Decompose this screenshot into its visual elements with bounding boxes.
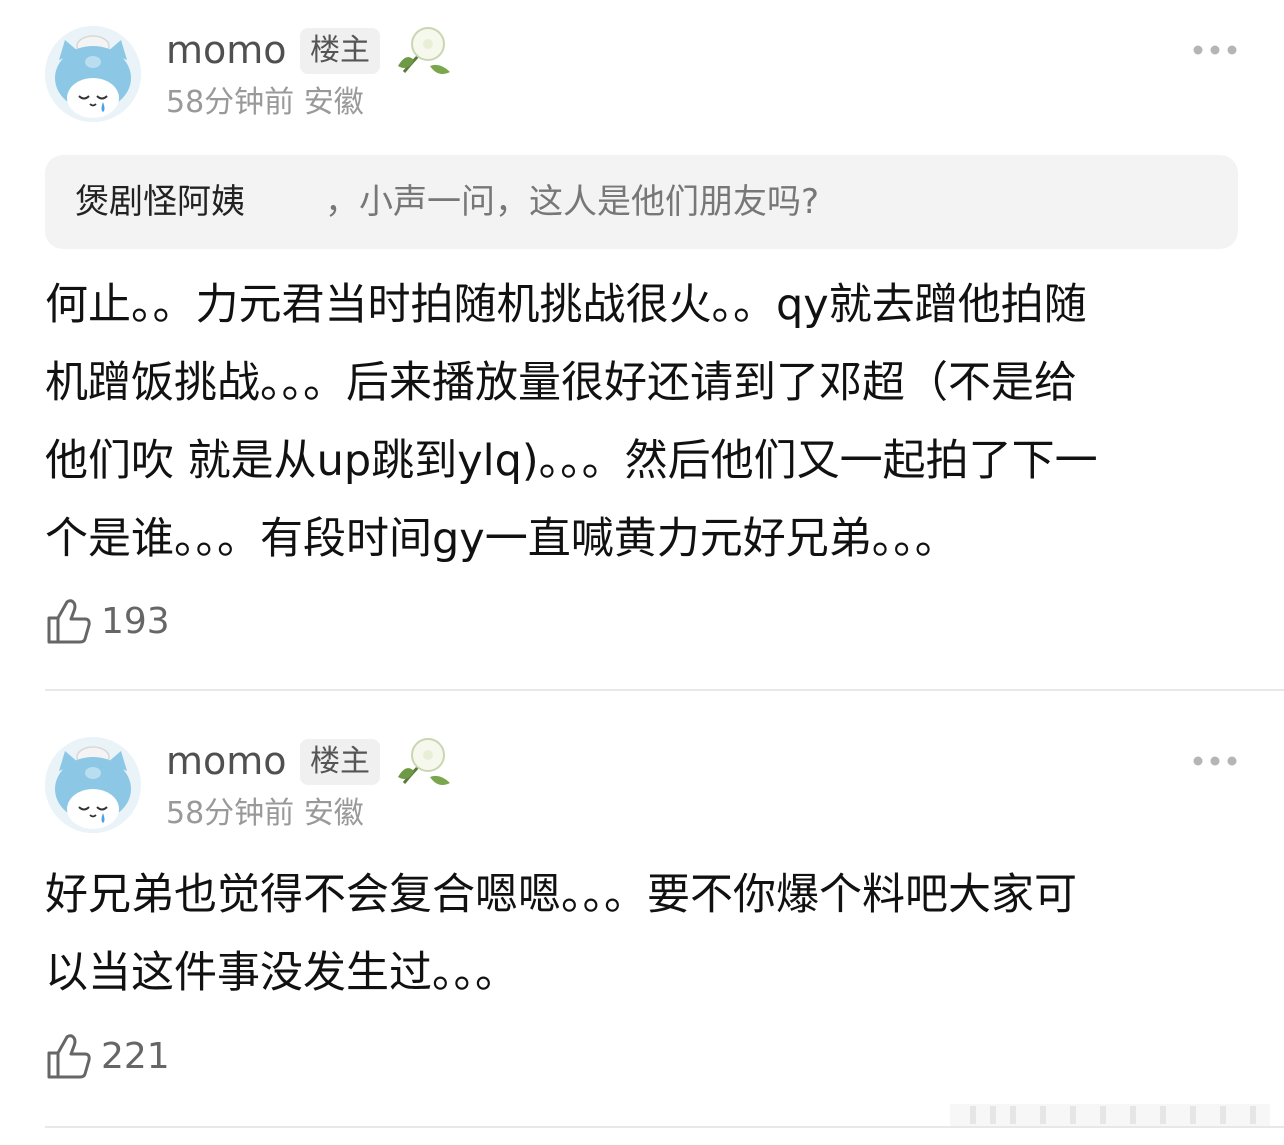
morning-glory-sticker-icon [396,22,458,80]
like-count: 221 [101,1036,170,1077]
post-meta: 58分钟前 安徽 [166,794,364,834]
comment-line: 机蹭饭挑战。。。后来播放量很好还请到了邓超（不是给 [45,358,1077,408]
comment-line: 好兄弟也觉得不会复合嗯嗯。。。要不你爆个料吧大家可 [45,870,1077,920]
divider [45,689,1284,691]
more-dots-icon[interactable] [1190,749,1240,773]
comment-line: 个是谁。。。有段时间gy一直喊黄力元好兄弟。。。 [45,514,958,564]
post-location: 安徽 [303,796,364,831]
comment-line: 以当这件事没发生过。。。 [45,948,518,998]
comment-line: 他们吹 就是从up跳到ylq)。。。然后他们又一起拍了下一 [45,436,1098,486]
watermark [950,1100,1270,1130]
thumbs-up-icon [47,1034,91,1079]
op-badge: 楼主 [300,739,380,785]
morning-glory-sticker-icon [396,733,458,791]
post-meta: 58分钟前 安徽 [166,83,364,123]
op-badge: 楼主 [300,28,380,74]
username[interactable]: momo [166,27,287,73]
quoted-text: ，小声一问，这人是他们朋友吗? [325,182,820,222]
comment-line: 何止。。力元君当时拍随机挑战很火。。qy就去蹭他拍随 [45,280,1087,330]
avatar[interactable] [45,26,141,122]
avatar[interactable] [45,737,141,833]
post-location: 安徽 [303,85,364,120]
quoted-username[interactable]: 煲剧怪阿姨 [75,155,245,249]
comment-text: 何止。。力元君当时拍随机挑战很火。。qy就去蹭他拍随 机蹭饭挑战。。。后来播放量… [45,266,1245,578]
post-time: 58分钟前 [166,85,295,120]
quoted-reply[interactable]: 煲剧怪阿姨 ，小声一问，这人是他们朋友吗? [45,155,1238,249]
comment-text: 好兄弟也觉得不会复合嗯嗯。。。要不你爆个料吧大家可 以当这件事没发生过。。。 [45,856,1245,1012]
more-dots-icon[interactable] [1190,38,1240,62]
post-time: 58分钟前 [166,796,295,831]
thumbs-up-icon [47,599,91,644]
like-count: 193 [101,601,170,642]
username[interactable]: momo [166,738,287,784]
